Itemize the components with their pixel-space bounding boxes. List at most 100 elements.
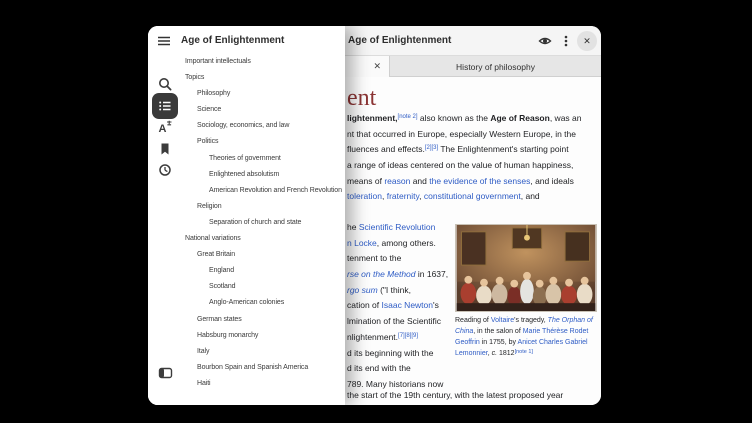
text-segment: in 1637,	[416, 269, 449, 279]
history-icon[interactable]	[152, 157, 178, 183]
text-segment: 's	[433, 300, 439, 310]
toc-item[interactable]: Sociology, economics, and law	[180, 118, 345, 134]
article-line: rgo sum ("I think,	[347, 283, 448, 299]
article-link[interactable]: constitutional government	[424, 191, 521, 201]
article-link[interactable]: reason	[384, 176, 410, 186]
article-line: nt that occurred in Europe, especially W…	[347, 127, 581, 143]
article-line: lightenment,[note 2] also known as the A…	[347, 111, 581, 127]
hamburger-icon-glyph	[157, 34, 171, 48]
history-icon-glyph	[158, 163, 172, 177]
article-line: rse on the Method in 1637,	[347, 267, 448, 283]
tab-history-of-philosophy[interactable]: History of philosophy	[390, 56, 601, 77]
toc-item[interactable]: Habsburg monarchy	[180, 328, 345, 344]
reference-link[interactable]: [7][8][9]	[398, 333, 418, 339]
reference-link[interactable]: [2][3]	[425, 145, 438, 151]
article-line: fluences and effects.[2][3] The Enlighte…	[347, 142, 581, 158]
window-title: Age of Enlightenment	[348, 26, 451, 56]
article-link[interactable]: n Locke	[347, 238, 377, 248]
article-line: tenment to the	[347, 251, 448, 267]
window-close-button[interactable]: ✕	[577, 31, 597, 51]
toc-item[interactable]: Religion	[180, 199, 345, 215]
article-line: toleration, fraternity, constitutional g…	[347, 189, 581, 205]
article-line: lmination of the Scientific	[347, 314, 448, 330]
toc-item[interactable]: Politics	[180, 134, 345, 150]
reference-link[interactable]: [note 1]	[515, 349, 533, 355]
desktop-background: Age of Enlightenment ✕ ✕ History of phil…	[0, 0, 752, 423]
article-link[interactable]: rgo sum	[347, 285, 378, 295]
text-segment: a range of ideas centered on the value o…	[347, 160, 573, 170]
kebab-icon-glyph	[559, 34, 573, 48]
text-segment: 's tragedy,	[514, 317, 548, 324]
figure-image[interactable]	[455, 224, 597, 312]
toc-item[interactable]: Haiti	[180, 376, 345, 392]
article-link[interactable]: Voltaire	[491, 317, 514, 324]
article-line: nlightenment.[7][8][9]	[347, 330, 448, 346]
article-line: a range of ideas centered on the value o…	[347, 158, 581, 174]
text-segment: , was an	[550, 113, 582, 123]
closing-line: the start of the 19th century, with the …	[347, 390, 563, 400]
tab-label: History of philosophy	[456, 62, 535, 72]
article-link[interactable]: the evidence of the senses	[429, 176, 530, 186]
app-window: Age of Enlightenment ✕ ✕ History of phil…	[148, 26, 601, 405]
paragraph-2: he Scientific Revolutionn Locke, among o…	[347, 220, 448, 393]
bookmark-icon-glyph	[158, 142, 172, 156]
article-link[interactable]: rse on the Method	[347, 269, 416, 279]
article-line: n Locke, among others.	[347, 236, 448, 252]
text-segment: 1812	[497, 350, 515, 357]
article-figure: Reading of Voltaire's tragedy, The Orpha…	[455, 224, 597, 360]
article-line: d its beginning with the	[347, 346, 448, 362]
article-link[interactable]: Isaac Newton	[382, 300, 434, 310]
text-segment: , and ideals	[530, 176, 573, 186]
eye-icon-glyph	[538, 34, 552, 48]
article-line: d its end with the	[347, 361, 448, 377]
text-segment: Age of Reason	[490, 113, 550, 123]
toc-item[interactable]: Theories of government	[180, 151, 345, 167]
text-segment: ("I think,	[378, 285, 411, 295]
drawer-header: Age of Enlightenment	[148, 26, 345, 56]
article-link[interactable]: Scientific Revolution	[359, 222, 436, 232]
toggle-sidebar-icon[interactable]	[152, 360, 178, 386]
article-heading: ent	[347, 85, 376, 112]
search-icon-glyph	[158, 77, 172, 91]
drawer-title: Age of Enlightenment	[181, 26, 284, 56]
toc-item[interactable]: Enlightened absolutism	[180, 167, 345, 183]
text-segment: also known as the	[418, 113, 491, 123]
toc-item[interactable]: German states	[180, 312, 345, 328]
article-link[interactable]: fraternity	[387, 191, 419, 201]
text-segment: in 1755, by	[480, 339, 518, 346]
text-segment: Reading of	[455, 317, 491, 324]
toc-item[interactable]: Bourbon Spain and Spanish America	[180, 360, 345, 376]
language-icon-glyph: A	[158, 120, 172, 134]
sidebar-toggle-glyph	[158, 366, 173, 380]
tab-close-icon[interactable]: ✕	[373, 56, 381, 77]
text-segment: lmination of the Scientific	[347, 316, 441, 326]
hamburger-menu-icon[interactable]	[154, 31, 174, 51]
toc-item[interactable]: Separation of church and state	[180, 215, 345, 231]
article-link[interactable]: toleration	[347, 191, 382, 201]
menu-kebab-icon[interactable]	[556, 31, 576, 51]
text-segment: nlightenment.	[347, 332, 398, 342]
article-line: means of reason and the evidence of the …	[347, 174, 581, 190]
toc-item[interactable]: England	[180, 263, 345, 279]
figure-caption: Reading of Voltaire's tragedy, The Orpha…	[455, 315, 597, 360]
text-segment: , among others.	[377, 238, 436, 248]
toc-item[interactable]: Italy	[180, 344, 345, 360]
reference-link[interactable]: [note 2]	[398, 114, 418, 120]
text-segment: the start of the 19th century, with the …	[347, 390, 563, 400]
text-segment: and	[410, 176, 429, 186]
toc-item[interactable]: Anglo-American colonies	[180, 295, 345, 311]
toc-item[interactable]: Scotland	[180, 279, 345, 295]
toc-item[interactable]: Philosophy	[180, 86, 345, 102]
eye-icon[interactable]	[535, 31, 555, 51]
article-line: cation of Isaac Newton's	[347, 298, 448, 314]
toc-item[interactable]: Topics	[180, 70, 345, 86]
text-segment: The Enlightenment's starting point	[438, 144, 568, 154]
text-segment: , in the salon of	[473, 328, 522, 335]
toc-item[interactable]: Science	[180, 102, 345, 118]
toc-item[interactable]: Great Britain	[180, 247, 345, 263]
text-segment: 789. Many historians now	[347, 379, 443, 389]
toc-item[interactable]: Important intellectuals	[180, 54, 345, 70]
toc-item[interactable]: American Revolution and French Revolutio…	[180, 183, 345, 199]
toc-icon-glyph	[158, 99, 172, 113]
toc-item[interactable]: National variations	[180, 231, 345, 247]
